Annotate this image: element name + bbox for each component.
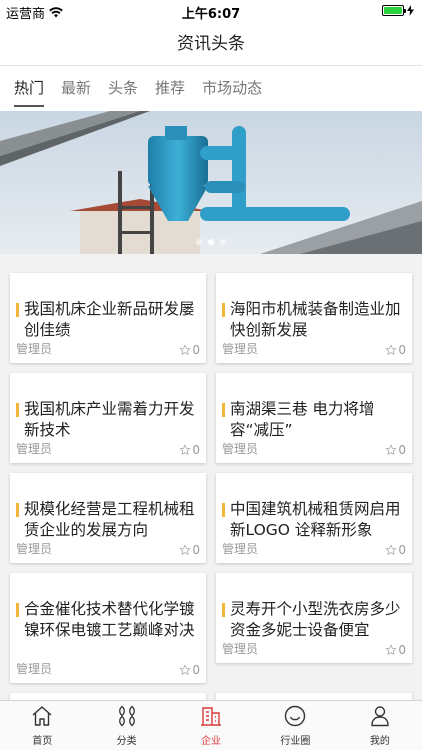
article-author: 管理员 bbox=[222, 642, 259, 656]
star-icon bbox=[179, 444, 192, 456]
star-icon bbox=[179, 664, 192, 676]
status-bar: 运营商 上午6:07 bbox=[0, 0, 422, 22]
tabbar-label: 分类 bbox=[116, 736, 137, 747]
star-icon bbox=[385, 644, 398, 656]
tabbar-company[interactable]: 企业 bbox=[169, 701, 253, 750]
article-card[interactable]: 规模化经营是工程机械租赁企业的发展方向 管理员 0 bbox=[10, 473, 206, 563]
article-card[interactable]: 海阳市机械装备制造业加快创新发展 管理员 0 bbox=[216, 273, 412, 363]
like-number: 0 bbox=[192, 443, 200, 457]
carousel-dot[interactable] bbox=[220, 239, 226, 245]
article-card-partial[interactable] bbox=[10, 693, 206, 700]
star-icon bbox=[179, 544, 192, 556]
clock: 上午6:07 bbox=[181, 7, 241, 22]
like-number: 0 bbox=[398, 643, 406, 657]
article-author: 管理员 bbox=[222, 442, 259, 456]
tab-headlines[interactable]: 头条 bbox=[108, 66, 138, 111]
category-tabs: 热门 最新 头条 推荐 市场动态 bbox=[0, 66, 422, 111]
article-title: 我国机床企业新品研发屡创佳绩 bbox=[16, 299, 200, 341]
user-icon bbox=[371, 706, 389, 727]
navigation-bar: 资讯头条 bbox=[0, 22, 422, 66]
like-number: 0 bbox=[398, 343, 406, 357]
article-author: 管理员 bbox=[222, 542, 259, 556]
star-icon bbox=[385, 344, 398, 356]
article-title: 我国机床产业需着力开发新技术 bbox=[16, 399, 200, 441]
article-author: 管理员 bbox=[16, 662, 53, 676]
battery-icon bbox=[382, 5, 406, 16]
article-title: 灵寿开个小型洗衣房多少资金多妮士设备便宜 bbox=[222, 599, 406, 641]
tab-recommended[interactable]: 推荐 bbox=[155, 66, 185, 111]
carousel-dot-active[interactable] bbox=[208, 239, 214, 245]
article-card[interactable]: 合金催化技术替代化学镀镍环保电镀工艺巅峰对决 管理员 0 bbox=[10, 573, 206, 683]
page-title: 资讯头条 bbox=[177, 34, 245, 54]
tabbar-category[interactable]: 分类 bbox=[84, 701, 168, 750]
like-number: 0 bbox=[192, 543, 200, 557]
article-title: 规模化经营是工程机械租赁企业的发展方向 bbox=[16, 499, 200, 541]
article-card[interactable]: 我国机床产业需着力开发新技术 管理员 0 bbox=[10, 373, 206, 463]
article-grid: 我国机床企业新品研发屡创佳绩 管理员 0 海阳市机械装备制造业加快创新发展 管理… bbox=[0, 254, 422, 700]
home-icon bbox=[32, 706, 52, 726]
like-count[interactable]: 0 bbox=[385, 643, 406, 657]
article-author: 管理员 bbox=[16, 342, 53, 356]
article-title: 中国建筑机械租赁网启用新LOGO 诠释新形象 bbox=[222, 499, 406, 541]
banner-carousel[interactable] bbox=[0, 111, 422, 254]
article-card-partial[interactable] bbox=[216, 693, 412, 700]
company-icon bbox=[201, 707, 222, 726]
tabbar-label: 行业圈 bbox=[280, 736, 311, 747]
like-number: 0 bbox=[192, 343, 200, 357]
like-count[interactable]: 0 bbox=[179, 443, 200, 457]
article-card[interactable]: 中国建筑机械租赁网启用新LOGO 诠释新形象 管理员 0 bbox=[216, 473, 412, 563]
like-count[interactable]: 0 bbox=[179, 543, 200, 557]
category-icon bbox=[118, 705, 135, 727]
like-count[interactable]: 0 bbox=[179, 663, 200, 677]
article-author: 管理员 bbox=[16, 442, 53, 456]
article-title: 合金催化技术替代化学镀镍环保电镀工艺巅峰对决 bbox=[16, 599, 200, 641]
like-count[interactable]: 0 bbox=[179, 343, 200, 357]
tab-market-news[interactable]: 市场动态 bbox=[202, 66, 262, 111]
like-count[interactable]: 0 bbox=[385, 443, 406, 457]
like-number: 0 bbox=[398, 543, 406, 557]
article-author: 管理员 bbox=[222, 342, 259, 356]
star-icon bbox=[385, 544, 398, 556]
tabbar-industry-circle[interactable]: 行业圈 bbox=[253, 701, 337, 750]
article-card[interactable]: 南湖渠三巷 电力将增容“减压” 管理员 0 bbox=[216, 373, 412, 463]
tab-hot[interactable]: 热门 bbox=[14, 66, 45, 111]
charging-icon bbox=[407, 5, 414, 16]
tabbar-profile[interactable]: 我的 bbox=[338, 701, 422, 750]
like-number: 0 bbox=[192, 663, 200, 677]
tabbar-label: 首页 bbox=[32, 736, 53, 747]
article-author: 管理员 bbox=[16, 542, 53, 556]
carousel-indicators bbox=[0, 239, 422, 245]
star-icon bbox=[385, 444, 398, 456]
bottom-tab-bar: 首页 分类 企业 行业圈 我的 bbox=[0, 700, 422, 750]
like-number: 0 bbox=[398, 443, 406, 457]
tabbar-label: 企业 bbox=[201, 736, 222, 747]
tab-latest[interactable]: 最新 bbox=[61, 66, 91, 111]
like-count[interactable]: 0 bbox=[385, 543, 406, 557]
banner-image bbox=[0, 111, 422, 254]
battery-group bbox=[382, 5, 414, 16]
carousel-dot[interactable] bbox=[196, 239, 202, 245]
article-title: 海阳市机械装备制造业加快创新发展 bbox=[222, 299, 406, 341]
article-title: 南湖渠三巷 电力将增容“减压” bbox=[222, 399, 406, 441]
like-count[interactable]: 0 bbox=[385, 343, 406, 357]
article-card[interactable]: 我国机床企业新品研发屡创佳绩 管理员 0 bbox=[10, 273, 206, 363]
article-card[interactable]: 灵寿开个小型洗衣房多少资金多妮士设备便宜 管理员 0 bbox=[216, 573, 412, 663]
star-icon bbox=[179, 344, 192, 356]
circle-icon bbox=[285, 705, 306, 727]
tabbar-home[interactable]: 首页 bbox=[0, 701, 84, 750]
tabbar-label: 我的 bbox=[369, 736, 390, 747]
